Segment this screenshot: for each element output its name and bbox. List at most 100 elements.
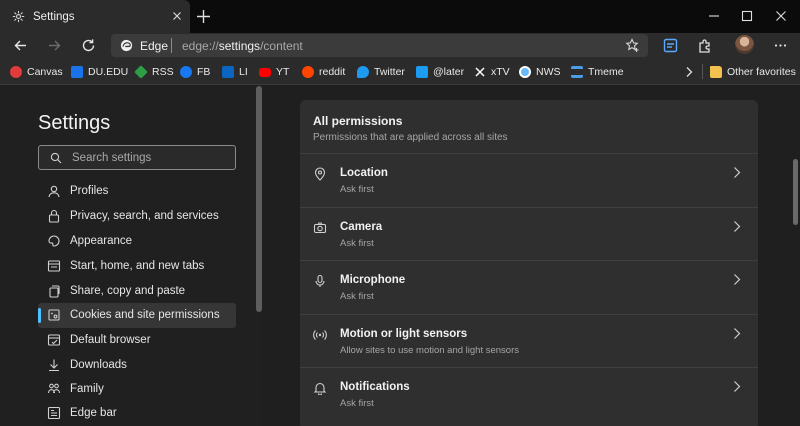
main-scrollbar[interactable] [793,159,798,225]
permission-name: Motion or light sensors [340,328,468,340]
sidebar-item-profiles[interactable]: Profiles [38,179,236,204]
favorite-later[interactable]: @later [416,65,464,79]
sidebar-item-downloads[interactable]: Downloads [38,353,236,378]
other-favorites[interactable]: Other favorites [710,65,796,79]
favorite-fb[interactable]: FB [180,65,210,79]
sidebar-item-family[interactable]: Family [38,377,236,402]
sidebar-item-label: Cookies and site permissions [70,309,220,321]
microphone-icon [315,274,325,287]
canvas-icon [10,66,22,78]
default-browser-icon [47,334,61,346]
favorite-li[interactable]: LI [222,65,248,79]
youtube-icon [259,67,271,77]
favorite-du-edu[interactable]: DU.EDU [71,65,128,79]
permission-status: Ask first [340,291,374,302]
sidebar-item-default-browser[interactable]: Default browser [38,328,236,353]
lock-icon [48,209,60,223]
favorite-label: Canvas [27,66,63,78]
favorite-label: NWS [536,66,561,78]
sidebar-item-label: Start, home, and new tabs [70,260,205,272]
search-box[interactable] [38,145,236,170]
permission-row-sensors[interactable]: Motion or light sensors Allow sites to u… [300,314,758,367]
address-bar[interactable]: Edge edge://settings/content [111,34,648,57]
favorite-label: reddit [319,66,346,78]
close-window-icon[interactable] [773,8,789,24]
omnibox-separator [171,38,172,53]
permission-row-microphone[interactable]: Microphone Ask first [300,260,758,313]
download-icon [49,359,59,372]
chevron-right-icon [734,328,741,339]
chevron-right-icon [734,381,741,392]
favorites-divider [702,64,703,79]
favorite-rss[interactable]: RSS [134,65,174,79]
rss-icon [134,65,148,79]
permission-name: Notifications [340,381,410,393]
page-title: Settings [38,112,111,134]
extensions-icon[interactable] [696,37,713,54]
permission-row-notifications[interactable]: Notifications Ask first [300,367,758,420]
forward-icon[interactable] [46,37,63,54]
sensors-icon [313,330,327,340]
share-icon [49,285,60,298]
chevron-right-icon[interactable] [684,66,694,78]
new-tab-icon[interactable] [195,8,212,25]
camera-icon [313,222,327,234]
folder-icon [710,66,722,78]
tab-strip: Settings [0,0,800,33]
sidebar-item-label: Default browser [70,334,151,346]
add-favorite-icon[interactable] [625,38,640,53]
permission-name: Camera [340,221,383,233]
favorite-xtv[interactable]: xTV [474,65,510,79]
favorite-label: Tmeme [588,66,624,78]
chevron-right-icon [734,167,741,178]
facebook-icon [180,66,192,78]
location-icon [314,167,326,181]
sidebar-item-label: Downloads [70,359,127,371]
permission-row-location[interactable]: Location Ask first [300,153,758,206]
favorite-canvas[interactable]: Canvas [10,65,63,79]
sidebar-item-privacy[interactable]: Privacy, search, and services [38,204,236,229]
permission-name: Location [340,167,388,179]
profile-icon [48,185,60,198]
sidebar-item-cookies[interactable]: Cookies and site permissions [38,303,236,328]
sidebar-item-edge-bar[interactable]: Edge bar [38,401,236,426]
sidebar-item-label: Share, copy and paste [70,285,186,297]
search-icon [50,152,62,164]
favorite-twitter[interactable]: Twitter [357,65,405,79]
permission-status: Allow sites to use motion and light sens… [340,345,520,356]
tab-settings[interactable]: Settings [0,0,190,33]
sidebar-item-start-home[interactable]: Start, home, and new tabs [38,254,236,279]
search-input[interactable] [72,149,232,166]
sidebar-item-appearance[interactable]: Appearance [38,229,236,254]
sidebar-item-label: Privacy, search, and services [70,210,219,222]
sidebar-item-share[interactable]: Share, copy and paste [38,279,236,304]
reddit-icon [302,66,314,78]
collections-icon[interactable] [662,37,679,54]
back-icon[interactable] [12,37,29,54]
permission-row-camera[interactable]: Camera Ask first [300,207,758,260]
favorite-label: xTV [491,66,510,78]
linkedin-icon [222,66,234,78]
cookies-icon [48,309,60,321]
favorite-nws[interactable]: NWS [519,65,561,79]
chevron-right-icon [734,221,741,232]
other-favorites-label: Other favorites [727,66,796,78]
minimize-icon[interactable] [706,8,722,24]
refresh-icon[interactable] [80,37,97,54]
maximize-icon[interactable] [739,8,755,24]
permission-status: Ask first [340,398,374,409]
tmeme-icon [571,66,583,78]
favorite-label: DU.EDU [88,66,129,78]
profile-avatar[interactable] [735,35,754,54]
edge-logo-icon [120,39,133,52]
favorite-label: FB [197,66,211,78]
url-prefix: edge:// [182,39,219,53]
favorite-tmeme[interactable]: Tmeme [571,65,624,79]
sidebar-item-label: Appearance [70,235,133,247]
favorite-reddit[interactable]: reddit [302,65,345,79]
bell-icon [313,382,327,395]
sidebar-item-label: Profiles [70,185,109,197]
favorite-yt[interactable]: YT [259,65,289,79]
more-options-icon[interactable] [772,37,789,54]
close-tab-icon[interactable] [170,9,184,23]
